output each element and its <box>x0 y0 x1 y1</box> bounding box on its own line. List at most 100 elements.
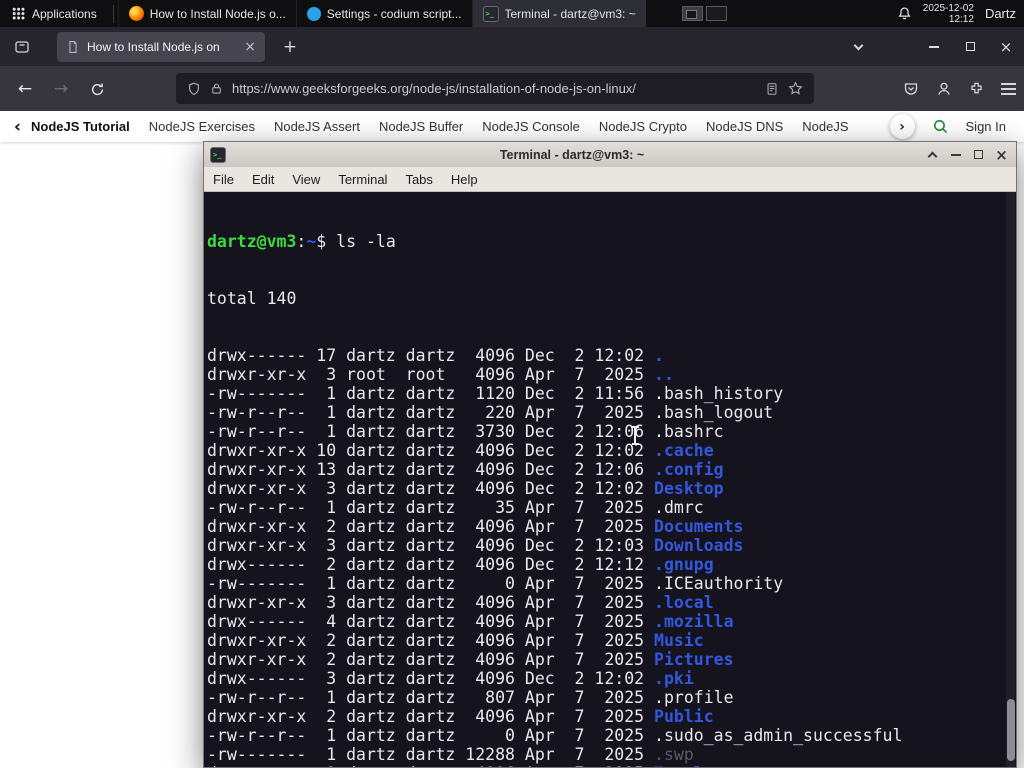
top-panel: Applications How to Install Node.js o...… <box>0 0 1024 27</box>
site-nav-item[interactable]: NodeJS Console <box>482 119 580 134</box>
bookmark-star-icon[interactable] <box>788 81 803 96</box>
browser-close-button[interactable]: × <box>988 27 1024 66</box>
terminal-prompt-line: dartz@vm3:~$ ls -la <box>207 232 1016 251</box>
taskbar-item-label: How to Install Node.js o... <box>149 6 286 21</box>
terminal-line: drwxr-xr-x 13 dartz dartz 4096 Dec 2 12:… <box>207 460 724 479</box>
terminal-line: -rw------- 1 dartz dartz 12288 Apr 7 202… <box>207 745 694 764</box>
terminal-line: -rw------- 1 dartz dartz 1120 Dec 2 11:5… <box>207 384 784 403</box>
terminal-line: drwxr-xr-x 2 dartz dartz 4096 Apr 7 2025… <box>207 650 734 669</box>
firefox-view-icon[interactable] <box>9 34 35 60</box>
site-nav-item[interactable]: NodeJS <box>802 119 848 134</box>
terminal-shade-button[interactable] <box>924 146 941 163</box>
browser-tab-bar: How to Install Node.js on × + × <box>0 27 1024 66</box>
settings-app-icon <box>306 6 321 21</box>
toolbar-icons <box>903 73 1016 104</box>
prompt-symbol: $ <box>316 232 337 251</box>
panel-separator <box>112 4 114 23</box>
clock[interactable]: 2025-12-02 12:12 <box>923 3 974 25</box>
browser-toolbar: ← → https://www.geeksforgeeks.org/node-j… <box>0 66 1024 111</box>
site-nav-item[interactable]: NodeJS Tutorial <box>31 119 130 134</box>
terminal-line: drwx------ 2 dartz dartz 4096 Dec 2 12:1… <box>207 555 714 574</box>
menu-view[interactable]: View <box>283 172 329 187</box>
browser-minimize-button[interactable] <box>916 27 952 66</box>
new-tab-button[interactable]: + <box>277 37 303 57</box>
mouse-cursor <box>631 426 639 445</box>
clock-date: 2025-12-02 <box>922 2 974 14</box>
terminal-minimize-button[interactable] <box>947 146 964 163</box>
workspace-2[interactable] <box>705 6 727 21</box>
terminal-line: drwxr-xr-x 2 dartz dartz 4096 Apr 7 2025… <box>207 707 714 726</box>
pocket-icon[interactable] <box>903 81 919 97</box>
terminal-title: Terminal - dartz@vm3: ~ <box>499 147 645 162</box>
url-text: https://www.geeksforgeeks.org/node-js/in… <box>232 81 636 96</box>
taskbar-item-terminal[interactable]: Terminal - dartz@vm3: ~ <box>471 0 646 27</box>
list-all-tabs-chevron-icon[interactable] <box>844 27 872 66</box>
account-icon[interactable] <box>936 81 952 97</box>
tab-close-icon[interactable]: × <box>244 39 256 55</box>
terminal-titlebar[interactable]: Terminal - dartz@vm3: ~ × <box>204 142 1016 167</box>
site-nav-back-icon[interactable]: ‹ <box>14 117 21 137</box>
workspace-1[interactable] <box>681 6 703 21</box>
terminal-line: drwxr-xr-x 3 dartz dartz 4096 Apr 7 2025… <box>207 593 714 612</box>
prompt-command: ls -la <box>336 232 396 251</box>
taskbar-item-label: Settings - codium script... <box>326 6 462 21</box>
extensions-icon[interactable] <box>969 81 984 96</box>
menu-icon[interactable] <box>1001 87 1016 90</box>
url-bar[interactable]: https://www.geeksforgeeks.org/node-js/in… <box>176 73 814 104</box>
site-nav-item[interactable]: NodeJS Buffer <box>379 119 463 134</box>
menu-edit[interactable]: Edit <box>243 172 283 187</box>
terminal-scrollbar[interactable] <box>1006 192 1015 767</box>
applications-label: Applications <box>32 6 97 21</box>
site-nav-item[interactable]: NodeJS DNS <box>706 119 783 134</box>
terminal-body[interactable]: dartz@vm3:~$ ls -la total 140 drwx------… <box>204 192 1016 767</box>
sign-in-button[interactable]: Sign In <box>966 119 1006 134</box>
terminal-maximize-button[interactable] <box>970 146 987 163</box>
terminal-line: drwxr-xr-x 2 dartz dartz 4096 Apr 7 2025… <box>207 631 704 650</box>
menu-file[interactable]: File <box>204 172 243 187</box>
tab-title: How to Install Node.js on <box>87 39 220 54</box>
reload-icon[interactable] <box>82 74 112 104</box>
terminal-line: drwxr-xr-x 2 dartz dartz 4096 Apr 7 2025… <box>207 764 1016 767</box>
site-nav-item[interactable]: NodeJS Assert <box>274 119 360 134</box>
site-nav-bar: ‹ NodeJS Tutorial NodeJS Exercises NodeJ… <box>0 111 1024 142</box>
terminal-icon <box>210 146 226 163</box>
back-button[interactable]: ← <box>10 74 40 104</box>
user-menu[interactable]: Dartz <box>985 6 1016 21</box>
terminal-window: Terminal - dartz@vm3: ~ × File Edit View… <box>203 141 1017 768</box>
notifications-bell-icon[interactable] <box>897 6 912 21</box>
terminal-line: -rw------- 1 dartz dartz 0 Apr 7 2025 .I… <box>207 574 784 593</box>
taskbar-item-browser[interactable]: How to Install Node.js o... <box>117 0 296 27</box>
terminal-line: -rw-r--r-- 1 dartz dartz 35 Apr 7 2025 .… <box>207 498 704 517</box>
menu-terminal[interactable]: Terminal <box>329 172 396 187</box>
terminal-line: drwxr-xr-x 10 dartz dartz 4096 Dec 2 12:… <box>207 441 714 460</box>
forward-button[interactable]: → <box>46 74 76 104</box>
scrollbar-thumb[interactable] <box>1007 699 1015 761</box>
search-icon[interactable] <box>932 118 949 135</box>
terminal-close-button[interactable]: × <box>993 146 1010 164</box>
lock-icon[interactable] <box>210 82 223 95</box>
prompt-path: ~ <box>306 232 317 251</box>
terminal-line: drwx------ 3 dartz dartz 4096 Dec 2 12:0… <box>207 669 694 688</box>
menu-help[interactable]: Help <box>442 172 487 187</box>
clock-time: 12:12 <box>948 13 974 25</box>
tracking-shield-icon[interactable] <box>187 82 201 96</box>
prompt-user-host: dartz@vm3 <box>207 232 297 251</box>
site-nav-right: › Sign In <box>881 111 1024 142</box>
terminal-menubar: File Edit View Terminal Tabs Help <box>204 167 1016 192</box>
site-nav-item[interactable]: NodeJS Exercises <box>149 119 255 134</box>
menu-tabs[interactable]: Tabs <box>396 172 441 187</box>
terminal-output: drwx------ 17 dartz dartz 4096 Dec 2 12:… <box>207 346 1016 767</box>
site-nav-items: NodeJS Tutorial NodeJS Exercises NodeJS … <box>31 119 856 134</box>
taskbar-item-label: Terminal - dartz@vm3: ~ <box>504 6 636 21</box>
workspace-switcher <box>681 6 727 21</box>
reader-mode-icon[interactable] <box>765 82 779 96</box>
terminal-line: -rw-r--r-- 1 dartz dartz 0 Apr 7 2025 .s… <box>207 726 903 745</box>
site-nav-forward-icon[interactable]: › <box>889 114 915 139</box>
browser-maximize-button[interactable] <box>952 27 988 66</box>
terminal-line: -rw-r--r-- 1 dartz dartz 220 Apr 7 2025 … <box>207 403 774 422</box>
browser-tab[interactable]: How to Install Node.js on × <box>57 31 265 62</box>
applications-menu[interactable]: Applications <box>0 0 109 27</box>
site-nav-item[interactable]: NodeJS Crypto <box>599 119 687 134</box>
panel-status-area: 2025-12-02 12:12 Dartz <box>897 3 1024 25</box>
taskbar-item-settings[interactable]: Settings - codium script... <box>295 0 472 27</box>
